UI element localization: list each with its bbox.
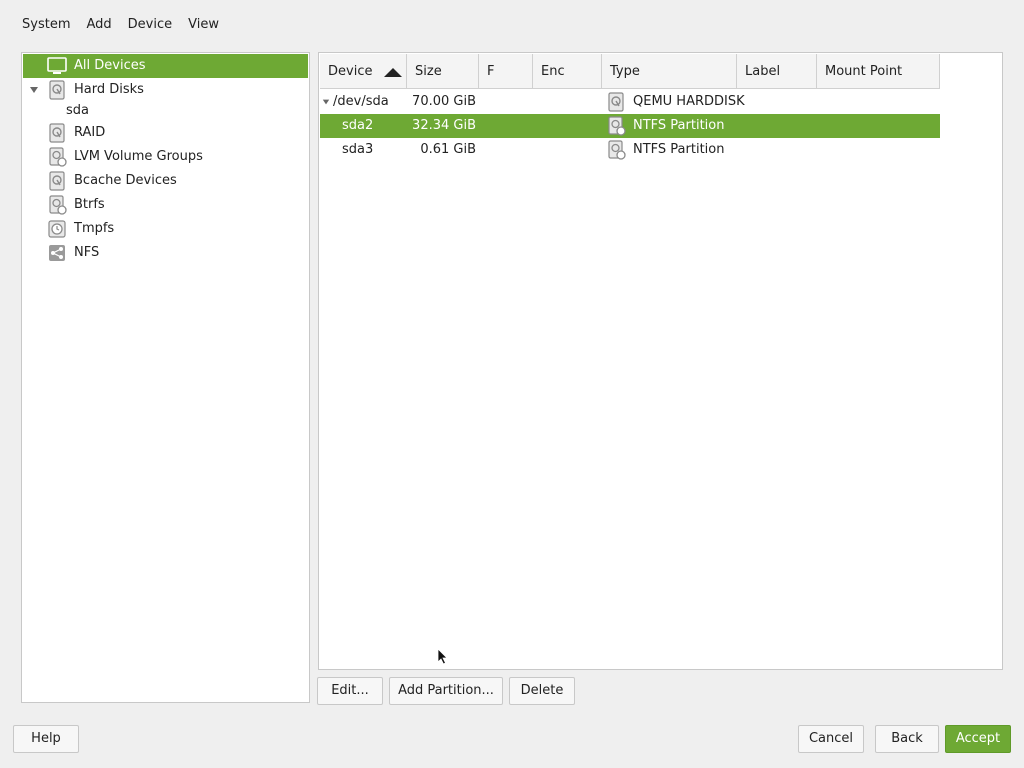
menu-device[interactable]: Device	[120, 14, 180, 36]
cell-device: /dev/sda	[333, 94, 389, 109]
column-header-label: Size	[415, 64, 442, 79]
back-button[interactable]: Back	[875, 725, 939, 753]
table-row[interactable]: /dev/sda 70.00 GiB QEMU HARDDISK	[320, 90, 940, 114]
column-header-label: Enc	[541, 64, 565, 79]
cancel-button[interactable]: Cancel	[798, 725, 864, 753]
menu-device-label: Device	[127, 17, 173, 32]
table-row[interactable]: sda2 32.34 GiB NTFS Partition	[320, 114, 940, 138]
partition-icon	[608, 140, 626, 160]
table-header: Device Size F Enc Type Label Mount Point	[320, 54, 940, 89]
delete-button[interactable]: Delete	[509, 677, 575, 705]
expand-arrow-icon[interactable]	[29, 85, 39, 95]
menu-view[interactable]: View	[180, 14, 227, 36]
mouse-pointer-icon	[437, 648, 448, 665]
device-tree: All Devices Hard Disks sda RAID LVM Volu…	[21, 52, 310, 703]
tree-item-nfs[interactable]: NFS	[23, 241, 308, 265]
tree-item-sda[interactable]: sda	[23, 99, 308, 121]
cell-size: 32.34 GiB	[412, 118, 476, 133]
tree-item-label: All Devices	[74, 58, 146, 73]
column-header-device[interactable]: Device	[320, 54, 407, 89]
menu-bar: System Add Device View	[14, 14, 227, 36]
tree-item-label: LVM Volume Groups	[74, 149, 203, 164]
tree-item-label: sda	[66, 103, 89, 118]
bcache-icon	[49, 171, 65, 191]
cell-size: 70.00 GiB	[412, 94, 476, 109]
accept-button-label: Accept	[955, 731, 1001, 746]
add-partition-button[interactable]: Add Partition...	[389, 677, 503, 705]
column-header-enc[interactable]: Enc	[533, 54, 602, 89]
tree-item-btrfs[interactable]: Btrfs	[23, 193, 308, 217]
edit-button[interactable]: Edit...	[317, 677, 383, 705]
sort-ascending-icon	[384, 68, 402, 77]
column-header-label: Mount Point	[825, 64, 903, 79]
tree-item-label: Btrfs	[74, 197, 105, 212]
column-header-label-col[interactable]: Label	[737, 54, 817, 89]
column-header-f[interactable]: F	[479, 54, 533, 89]
add-partition-button-label: Add Partition...	[398, 683, 494, 698]
btrfs-icon	[49, 195, 67, 215]
tree-item-label: RAID	[74, 125, 106, 140]
share-icon	[49, 245, 65, 261]
column-header-label: Label	[745, 64, 781, 79]
tree-item-label: Bcache Devices	[74, 173, 177, 188]
column-header-mount-point[interactable]: Mount Point	[817, 54, 940, 89]
cell-size: 0.61 GiB	[420, 142, 476, 157]
delete-button-label: Delete	[520, 683, 564, 698]
menu-view-label: View	[188, 17, 219, 32]
menu-system[interactable]: System	[14, 14, 78, 36]
tree-item-label: NFS	[74, 245, 100, 260]
menu-add-label: Add	[86, 17, 112, 32]
menu-system-label: System	[22, 17, 71, 32]
cell-type: NTFS Partition	[633, 118, 725, 133]
partition-icon	[608, 116, 626, 136]
column-header-label: F	[487, 64, 495, 79]
cell-device: sda3	[342, 142, 374, 157]
raid-icon	[49, 123, 65, 143]
tree-item-label: Hard Disks	[74, 82, 144, 97]
tree-item-label: Tmpfs	[74, 221, 115, 236]
tree-item-tmpfs[interactable]: Tmpfs	[23, 217, 308, 241]
cell-type: QEMU HARDDISK	[633, 94, 745, 109]
hard-disk-icon	[49, 80, 65, 100]
table-row[interactable]: sda3 0.61 GiB NTFS Partition	[320, 138, 940, 162]
column-header-label: Type	[610, 64, 640, 79]
clock-icon	[48, 220, 66, 238]
monitor-icon	[47, 57, 67, 74]
cancel-button-label: Cancel	[808, 731, 854, 746]
tree-item-raid[interactable]: RAID	[23, 121, 308, 145]
help-button[interactable]: Help	[13, 725, 79, 753]
edit-button-label: Edit...	[331, 683, 369, 698]
cell-device: sda2	[342, 118, 374, 133]
tree-item-lvm[interactable]: LVM Volume Groups	[23, 145, 308, 169]
dark-mode-icon[interactable]	[112, 731, 126, 747]
accept-button[interactable]: Accept	[945, 725, 1011, 753]
lvm-icon	[49, 147, 67, 167]
column-header-type[interactable]: Type	[602, 54, 737, 89]
device-table: Device Size F Enc Type Label Mount Point…	[318, 52, 1003, 670]
menu-add[interactable]: Add	[78, 14, 119, 36]
back-button-label: Back	[891, 731, 923, 746]
column-header-label: Device	[328, 64, 373, 79]
column-header-size[interactable]: Size	[407, 54, 479, 89]
tree-item-all-devices[interactable]: All Devices	[23, 54, 308, 78]
help-button-label: Help	[31, 731, 61, 746]
cell-type: NTFS Partition	[633, 142, 725, 157]
hard-disk-icon	[608, 92, 624, 112]
expand-arrow-icon[interactable]	[322, 98, 330, 106]
tree-item-bcache[interactable]: Bcache Devices	[23, 169, 308, 193]
